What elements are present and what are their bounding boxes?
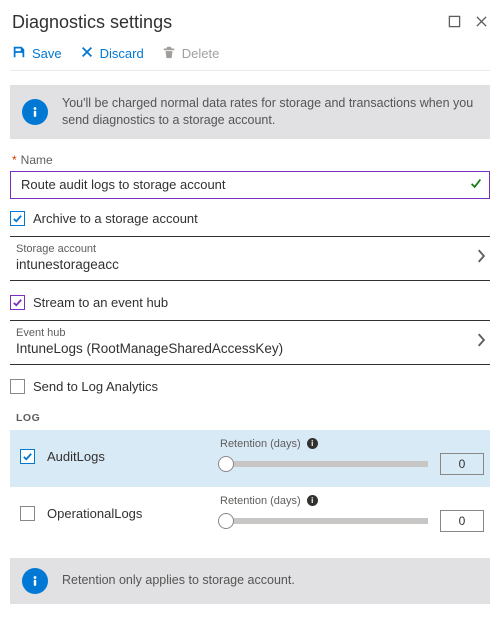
- storage-picker-value: intunestorageacc: [16, 257, 119, 272]
- info-icon[interactable]: i: [307, 495, 318, 506]
- storage-picker-label: Storage account: [16, 243, 119, 255]
- stream-label: Stream to an event hub: [33, 295, 168, 310]
- chevron-right-icon: [476, 249, 486, 266]
- archive-checkbox[interactable]: [10, 211, 25, 226]
- retention-label: Retention (days) i: [220, 495, 484, 507]
- slider-thumb[interactable]: [218, 513, 234, 529]
- save-button[interactable]: Save: [12, 45, 62, 62]
- billing-info-banner: You'll be charged normal data rates for …: [10, 85, 490, 139]
- info-icon: [22, 568, 48, 594]
- log-row-auditlogs[interactable]: AuditLogs Retention (days) i 0: [10, 430, 490, 487]
- discard-icon: [80, 45, 94, 62]
- log-name-label: AuditLogs: [47, 449, 105, 464]
- eventhub-picker-value: IntuneLogs (RootManageSharedAccessKey): [16, 341, 283, 356]
- name-label: *Name: [12, 153, 490, 167]
- log-name-label: OperationalLogs: [47, 506, 142, 521]
- retention-label: Retention (days) i: [220, 438, 484, 450]
- valid-check-icon: [469, 176, 483, 193]
- retention-value-box[interactable]: 0: [440, 510, 484, 532]
- name-field-wrap[interactable]: [10, 171, 490, 199]
- page-title: Diagnostics settings: [12, 12, 172, 33]
- stream-checkbox[interactable]: [10, 295, 25, 310]
- name-input[interactable]: [19, 176, 469, 193]
- delete-icon: [162, 45, 176, 62]
- eventhub-picker[interactable]: Event hub IntuneLogs (RootManageSharedAc…: [10, 320, 490, 365]
- discard-button[interactable]: Discard: [80, 45, 144, 62]
- eventhub-picker-label: Event hub: [16, 327, 283, 339]
- retention-slider[interactable]: [220, 518, 428, 524]
- auditlogs-checkbox[interactable]: [20, 449, 35, 464]
- save-button-label: Save: [32, 46, 62, 61]
- log-analytics-checkbox[interactable]: [10, 379, 25, 394]
- log-analytics-label: Send to Log Analytics: [33, 379, 158, 394]
- log-row-operationallogs[interactable]: OperationalLogs Retention (days) i 0: [10, 487, 490, 544]
- info-icon: [22, 99, 48, 125]
- close-icon[interactable]: [475, 15, 488, 31]
- retention-info-text: Retention only applies to storage accoun…: [62, 572, 295, 589]
- retention-info-banner: Retention only applies to storage accoun…: [10, 558, 490, 604]
- slider-thumb[interactable]: [218, 456, 234, 472]
- discard-button-label: Discard: [100, 46, 144, 61]
- info-icon[interactable]: i: [307, 438, 318, 449]
- retention-slider[interactable]: [220, 461, 428, 467]
- archive-label: Archive to a storage account: [33, 211, 198, 226]
- toolbar: Save Discard Delete: [10, 39, 490, 71]
- delete-button: Delete: [162, 45, 220, 62]
- save-icon: [12, 45, 26, 62]
- delete-button-label: Delete: [182, 46, 220, 61]
- billing-info-text: You'll be charged normal data rates for …: [62, 95, 478, 129]
- retention-value-box[interactable]: 0: [440, 453, 484, 475]
- restore-window-icon[interactable]: [448, 15, 461, 31]
- operationallogs-checkbox[interactable]: [20, 506, 35, 521]
- chevron-right-icon: [476, 333, 486, 350]
- storage-account-picker[interactable]: Storage account intunestorageacc: [10, 236, 490, 281]
- log-section-header: LOG: [16, 412, 490, 424]
